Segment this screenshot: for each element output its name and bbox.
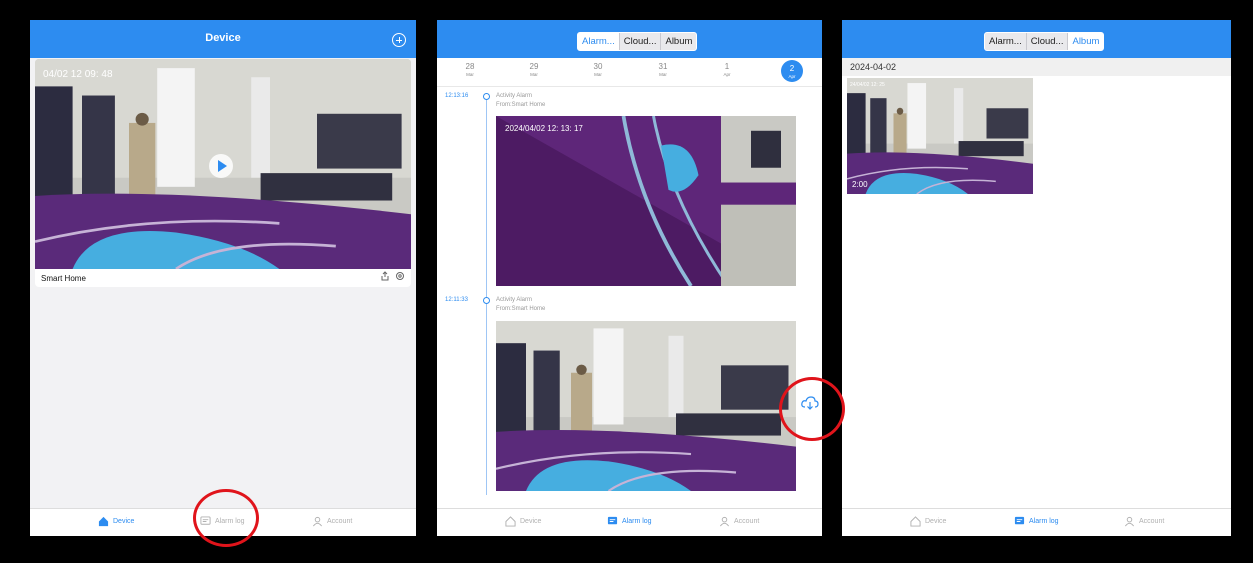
- album-header: Alarm... Cloud... Album: [842, 20, 1231, 58]
- date-item[interactable]: 31 Mar: [648, 62, 678, 78]
- tab-alarm-log[interactable]: Alarm log: [1014, 516, 1059, 527]
- album-grid: 24/04/02 12: 25 2:00: [842, 76, 1231, 508]
- tab-device[interactable]: Device: [910, 516, 946, 527]
- camera-timestamp: 04/02 12 09: 48: [43, 69, 113, 80]
- plus-circle-icon[interactable]: [392, 33, 406, 47]
- date-month: Mar: [530, 72, 538, 77]
- device-card[interactable]: 04/02 12 09: 48 Smart Home: [35, 59, 411, 287]
- album-thumbnail[interactable]: 24/04/02 12: 25 2:00: [847, 78, 1033, 194]
- tab-device[interactable]: Device: [505, 516, 541, 527]
- device-header: Device: [30, 20, 416, 58]
- house-icon: [98, 516, 109, 527]
- date-day: 30: [593, 62, 603, 71]
- trash-icon[interactable]: [1017, 179, 1033, 194]
- header-title: Device: [205, 32, 241, 44]
- screen: { "screen1": { "header_title": "Device",…: [0, 0, 1253, 563]
- date-day: 1: [724, 62, 730, 71]
- person-icon: [1125, 516, 1134, 527]
- camera-preview[interactable]: 04/02 12 09: 48: [35, 59, 411, 269]
- device-name: Smart Home: [41, 274, 86, 283]
- tab-label: Alarm log: [1029, 518, 1059, 525]
- segment-cloud[interactable]: Cloud...: [618, 33, 661, 50]
- event-title: Activity Alarm: [496, 93, 533, 99]
- date-day: 29: [529, 62, 539, 71]
- date-month: Mar: [466, 72, 474, 77]
- date-item[interactable]: 28 Mar: [455, 62, 485, 78]
- album-date-header: 2024-04-02: [842, 58, 1231, 76]
- date-day: 28: [465, 62, 475, 71]
- date-month: Apr: [723, 72, 731, 77]
- highlight-ring-alarm-tab: [193, 489, 259, 547]
- date-month: Mar: [594, 72, 602, 77]
- event-snapshot[interactable]: 2024/04/02 12: 13: 17: [496, 116, 796, 286]
- tab-label: Account: [1139, 518, 1165, 525]
- event-source: From:Smart Home: [496, 102, 546, 108]
- tab-label: Account: [327, 518, 353, 525]
- tab-bar: Device Alarm log Account: [842, 508, 1231, 536]
- segment-alarm[interactable]: Alarm...: [578, 33, 619, 50]
- date-day: 2: [789, 64, 795, 73]
- card-actions: [380, 271, 405, 281]
- message-icon: [607, 516, 618, 525]
- alarm-header: Alarm... Cloud... Album: [437, 20, 822, 58]
- snapshot-timestamp: 2024/04/02 12: 13: 17: [505, 124, 583, 133]
- event-time: 12:11:33: [445, 297, 468, 303]
- house-icon: [505, 516, 516, 527]
- event-time: 12:13:16: [445, 93, 469, 99]
- video-duration: 2:00: [852, 180, 868, 189]
- alarm-list[interactable]: 12:13:16 Activity Alarm From:Smart Home …: [437, 87, 822, 508]
- segment-cloud[interactable]: Cloud...: [1025, 33, 1068, 50]
- date-selector: 28 Mar 29 Mar 30 Mar 31 Mar 1 Apr 2 Apr: [437, 58, 822, 87]
- tab-label: Alarm log: [622, 518, 652, 525]
- timeline-dot: [483, 93, 490, 100]
- tab-account[interactable]: Account: [1124, 516, 1164, 527]
- tab-device[interactable]: Device: [98, 516, 134, 527]
- event-title: Activity Alarm: [496, 297, 533, 303]
- tab-bar: Device Alarm log Account: [437, 508, 822, 536]
- timeline-line: [486, 95, 487, 495]
- tab-account[interactable]: Account: [719, 516, 759, 527]
- tab-alarm-log[interactable]: Alarm log: [607, 516, 652, 527]
- tab-label: Device: [113, 518, 135, 525]
- date-month: Mar: [659, 72, 667, 77]
- timeline-dot: [483, 297, 490, 304]
- tab-label: Device: [925, 518, 947, 525]
- share-icon[interactable]: [380, 271, 390, 281]
- event-snapshot[interactable]: [496, 321, 796, 491]
- segment-control: Alarm... Cloud... Album: [577, 32, 698, 51]
- highlight-ring-cloud-download: [779, 377, 845, 441]
- segment-album[interactable]: Album: [1067, 33, 1104, 50]
- date-item-selected[interactable]: 2 Apr: [781, 60, 803, 82]
- date-month: Apr: [788, 74, 796, 79]
- message-icon: [1014, 516, 1025, 525]
- date-day: 31: [658, 62, 668, 71]
- person-icon: [313, 516, 322, 527]
- date-item[interactable]: 1 Apr: [712, 62, 742, 78]
- tab-account[interactable]: Account: [312, 516, 352, 527]
- play-icon[interactable]: [209, 154, 233, 178]
- segment-album[interactable]: Album: [660, 33, 696, 50]
- date-item[interactable]: 30 Mar: [583, 62, 613, 78]
- tab-label: Device: [520, 518, 542, 525]
- device-screen: Device 04/02 12 09: 48 Smart Home Device…: [30, 20, 416, 536]
- tab-label: Account: [734, 518, 760, 525]
- alarm-log-screen: Alarm... Cloud... Album 28 Mar 29 Mar 30 Ma…: [437, 20, 822, 536]
- house-icon: [910, 516, 921, 527]
- album-screen: Alarm... Cloud... Album 2024-04-02 24/04…: [842, 20, 1231, 536]
- segment-alarm[interactable]: Alarm...: [985, 33, 1026, 50]
- date-item[interactable]: 29 Mar: [519, 62, 549, 78]
- event-source: From:Smart Home: [496, 306, 546, 312]
- segment-control: Alarm... Cloud... Album: [984, 32, 1105, 51]
- person-icon: [720, 516, 729, 527]
- settings-icon[interactable]: [395, 271, 405, 281]
- thumbnail-timestamp: 24/04/02 12: 25: [850, 82, 885, 88]
